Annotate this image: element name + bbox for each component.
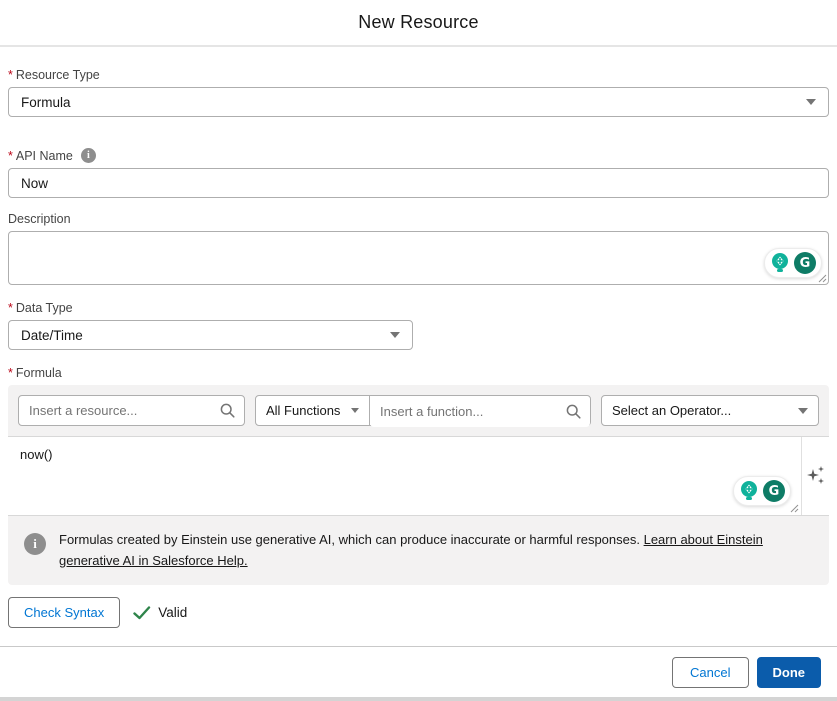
formula-toolbar: All Functions Select an Operator xyxy=(8,385,829,436)
data-type-combobox[interactable]: Date/Time xyxy=(8,320,413,350)
operator-dropdown[interactable]: Select an Operator... xyxy=(601,395,819,426)
syntax-status-text: Valid xyxy=(158,605,188,620)
modal-body: * Resource Type Formula * API Name i Des… xyxy=(0,47,837,646)
search-icon xyxy=(566,404,581,419)
formula-label: * Formula xyxy=(8,366,829,380)
required-asterisk: * xyxy=(8,366,13,380)
field-data-type: * Data Type Date/Time xyxy=(8,301,829,350)
checkmark-icon xyxy=(133,605,151,619)
required-asterisk: * xyxy=(8,68,13,82)
resource-type-label-text: Resource Type xyxy=(15,68,100,82)
chevron-down-icon xyxy=(806,99,816,105)
done-button[interactable]: Done xyxy=(756,656,821,688)
required-asterisk: * xyxy=(8,148,13,163)
info-icon: i xyxy=(24,533,46,555)
description-label-text: Description xyxy=(8,212,71,226)
grammarly-logo-icon[interactable]: G xyxy=(763,480,785,502)
field-description: Description G xyxy=(8,212,829,285)
new-resource-modal: New Resource * Resource Type Formula * A… xyxy=(0,0,837,701)
resource-type-combobox[interactable]: Formula xyxy=(8,87,829,117)
formula-label-text: Formula xyxy=(15,366,62,380)
grammarly-suggestion-bulb-icon[interactable] xyxy=(770,252,790,274)
description-textarea[interactable] xyxy=(8,231,829,285)
required-asterisk: * xyxy=(8,301,13,315)
formula-editor-row: now() G xyxy=(8,436,829,516)
einstein-sparkle-button[interactable] xyxy=(801,437,829,515)
operator-value: Select an Operator... xyxy=(612,403,732,418)
grammarly-widget[interactable]: G xyxy=(733,476,791,506)
chevron-down-icon xyxy=(390,332,400,338)
check-syntax-button[interactable]: Check Syntax xyxy=(8,597,121,628)
formula-editor: now() G xyxy=(8,437,801,515)
insert-resource-input[interactable] xyxy=(19,403,220,418)
resource-type-label: * Resource Type xyxy=(8,68,829,82)
resize-handle[interactable] xyxy=(790,504,799,513)
modal-header: New Resource xyxy=(0,0,837,47)
field-api-name: * API Name i xyxy=(8,148,829,198)
formula-textarea[interactable]: now() xyxy=(8,437,801,515)
cancel-button[interactable]: Cancel xyxy=(672,656,749,688)
syntax-check-row: Check Syntax Valid xyxy=(8,597,829,628)
grammarly-suggestion-bulb-icon[interactable] xyxy=(739,480,759,502)
modal-bottom-edge xyxy=(0,697,837,701)
insert-resource-searchbox xyxy=(18,395,245,426)
sparkles-icon xyxy=(806,466,824,484)
data-type-label-text: Data Type xyxy=(15,301,73,315)
api-name-input[interactable] xyxy=(8,168,829,198)
disclaimer-body: Formulas created by Einstein use generat… xyxy=(59,532,644,547)
page-title: New Resource xyxy=(358,12,479,32)
field-resource-type: * Resource Type Formula xyxy=(8,68,829,117)
grammarly-widget[interactable]: G xyxy=(764,248,822,278)
resize-handle[interactable] xyxy=(818,274,827,283)
chevron-down-icon xyxy=(798,407,808,414)
chevron-down-icon xyxy=(351,408,359,413)
insert-function-input[interactable] xyxy=(370,404,566,419)
data-type-value: Date/Time xyxy=(21,327,83,343)
function-group: All Functions xyxy=(255,395,591,427)
einstein-disclaimer-banner: i Formulas created by Einstein use gener… xyxy=(8,516,829,571)
resource-type-value: Formula xyxy=(21,94,71,110)
function-filter-dropdown[interactable]: All Functions xyxy=(256,396,370,425)
search-icon xyxy=(220,403,235,418)
api-name-label: * API Name i xyxy=(8,148,829,163)
description-label: Description xyxy=(8,212,829,226)
data-type-label: * Data Type xyxy=(8,301,829,315)
modal-footer: Cancel Done xyxy=(0,646,837,697)
api-name-label-text: API Name xyxy=(15,148,73,163)
info-icon[interactable]: i xyxy=(80,148,96,163)
insert-function-searchbox xyxy=(370,396,590,427)
description-wrapper: G xyxy=(8,231,829,285)
syntax-status: Valid xyxy=(133,605,187,620)
grammarly-logo-icon[interactable]: G xyxy=(794,252,816,274)
function-filter-value: All Functions xyxy=(266,403,341,418)
field-formula: * Formula All Functions xyxy=(8,366,829,585)
einstein-disclaimer-text: Formulas created by Einstein use generat… xyxy=(59,529,813,571)
formula-panel: All Functions Select an Operator xyxy=(8,385,829,585)
